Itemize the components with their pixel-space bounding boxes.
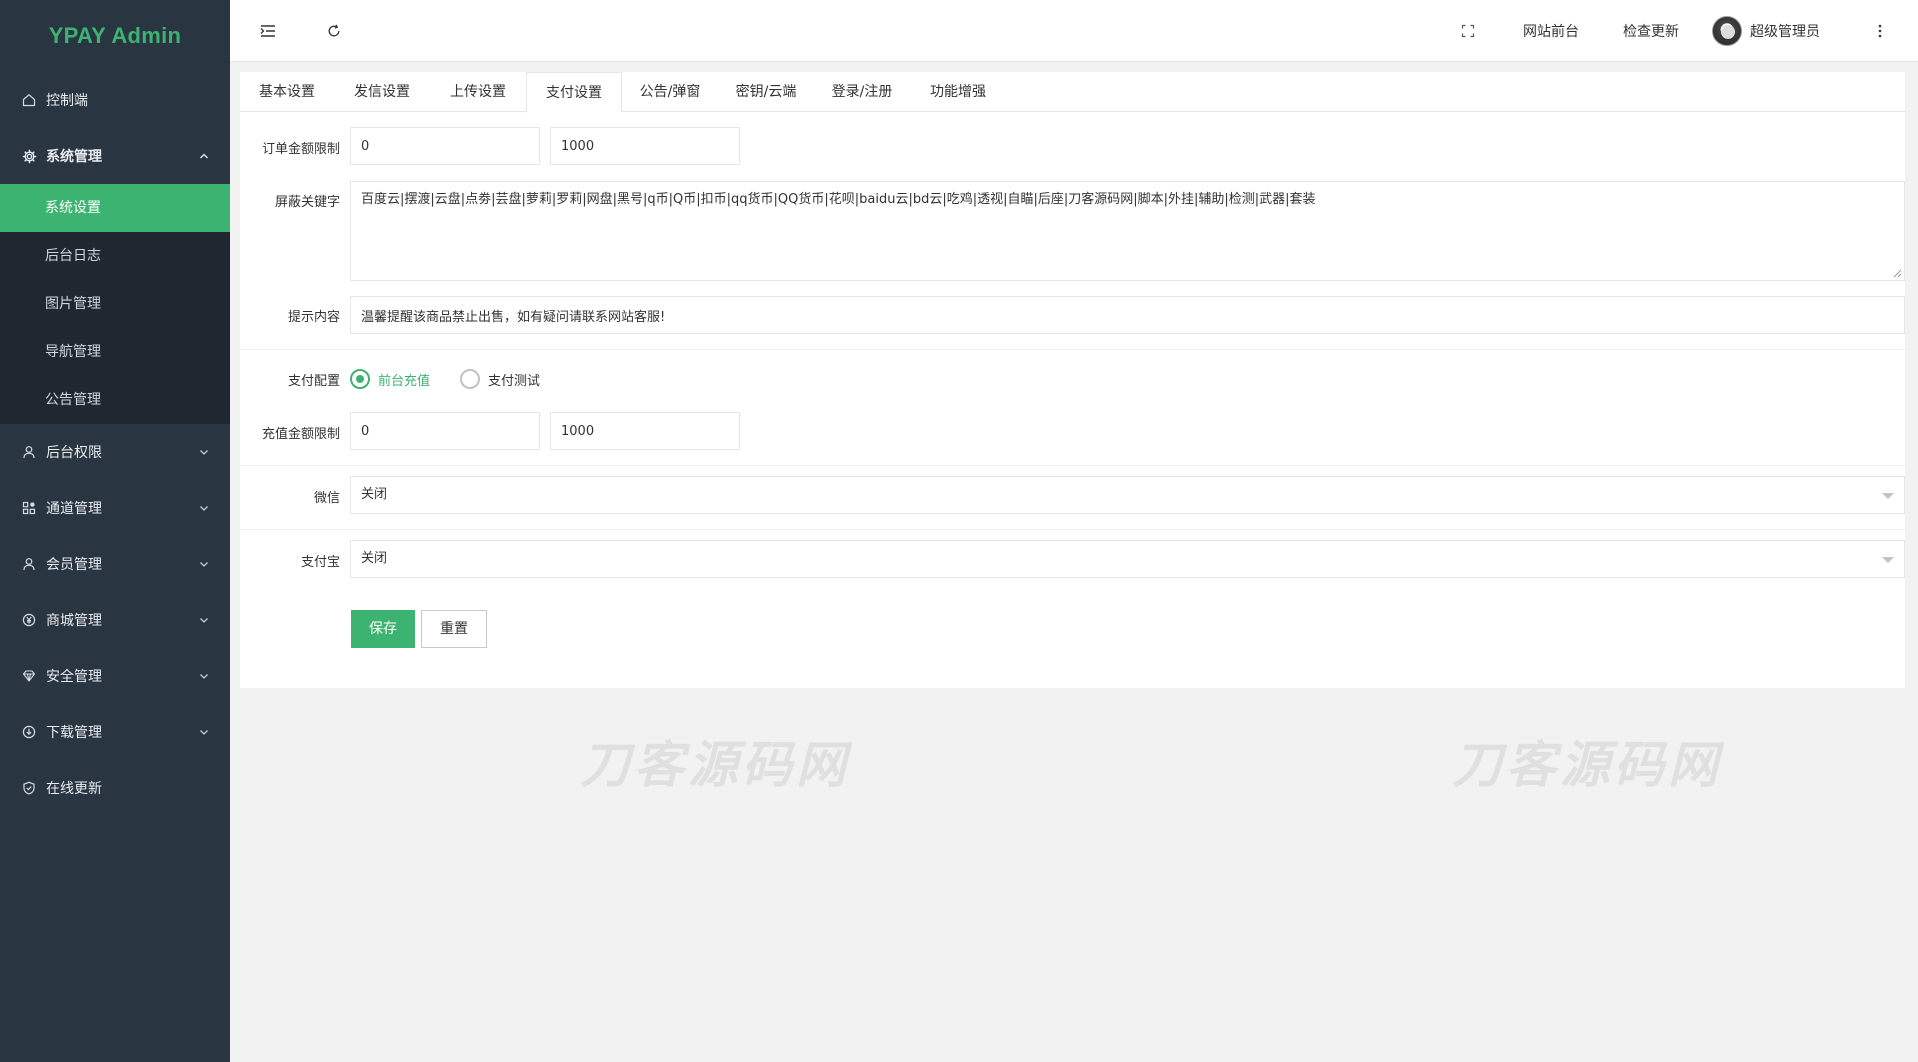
wechat-select-value: 关闭 bbox=[361, 487, 388, 502]
fullscreen-button[interactable] bbox=[1456, 0, 1480, 62]
order-limit-max-input[interactable] bbox=[550, 127, 740, 165]
tab-feature-enhance[interactable]: 功能增强 bbox=[910, 72, 1006, 113]
sidebar-item-dashboard[interactable]: 控制端 bbox=[0, 72, 230, 128]
wechat-label: 微信 bbox=[313, 491, 340, 506]
radio-checked-icon bbox=[350, 369, 370, 389]
sidebar: YPAY Admin 控制端 系统管理 系统设置 后台日志 图片管理 导航管理 … bbox=[0, 0, 230, 1062]
grid-icon bbox=[20, 499, 38, 517]
sidebar-item-label: 在线更新 bbox=[46, 781, 102, 797]
sidebar-item-security[interactable]: 安全管理 bbox=[0, 648, 230, 704]
gear-icon bbox=[20, 147, 38, 165]
tab-notice-popup[interactable]: 公告/弹窗 bbox=[622, 72, 718, 113]
tab-payment-settings[interactable]: 支付设置 bbox=[526, 72, 622, 113]
sidebar-item-label: 通道管理 bbox=[46, 501, 102, 517]
sidebar-item-nav-manage[interactable]: 导航管理 bbox=[0, 328, 230, 376]
watermark: 刀客源码网 bbox=[1452, 735, 1722, 794]
sidebar-item-system[interactable]: 系统管理 bbox=[0, 128, 230, 184]
recharge-limit-max-input[interactable] bbox=[550, 412, 740, 450]
sidebar-item-system-settings[interactable]: 系统设置 bbox=[0, 184, 230, 232]
section-divider bbox=[240, 349, 1905, 350]
save-button[interactable]: 保存 bbox=[351, 610, 415, 648]
sidebar-item-label: 商城管理 bbox=[46, 613, 102, 629]
app-logo[interactable]: YPAY Admin bbox=[0, 0, 230, 72]
radio-label: 前台充值 bbox=[378, 373, 431, 389]
tip-content-input[interactable] bbox=[350, 296, 1905, 334]
pay-config-label: 支付配置 bbox=[287, 374, 340, 389]
more-button[interactable] bbox=[1870, 0, 1890, 62]
alipay-select-value: 关闭 bbox=[361, 551, 388, 566]
blocked-keywords-textarea[interactable]: 百度云|摆渡|云盘|点劵|芸盘|萝莉|罗莉|网盘|黑号|q币|Q币|扣币|qq货… bbox=[350, 181, 1905, 281]
sidebar-item-label: 下载管理 bbox=[46, 725, 102, 741]
sidebar-item-label: 后台权限 bbox=[46, 445, 102, 461]
menu-toggle-button[interactable] bbox=[256, 0, 280, 62]
watermark: 刀客源码网 bbox=[580, 735, 850, 794]
diamond-icon bbox=[20, 667, 38, 685]
chevron-up-icon bbox=[196, 148, 212, 164]
sidebar-item-image-manage[interactable]: 图片管理 bbox=[0, 280, 230, 328]
alipay-label: 支付宝 bbox=[300, 555, 340, 570]
tab-mail-settings[interactable]: 发信设置 bbox=[334, 72, 430, 113]
fullscreen-icon bbox=[1461, 24, 1475, 38]
more-vertical-icon bbox=[1878, 24, 1882, 38]
user-icon bbox=[20, 443, 38, 461]
sidebar-item-admin-log[interactable]: 后台日志 bbox=[0, 232, 230, 280]
yen-icon bbox=[20, 611, 38, 629]
reset-button[interactable]: 重置 bbox=[421, 610, 487, 648]
sidebar-item-permissions[interactable]: 后台权限 bbox=[0, 424, 230, 480]
check-update-link[interactable]: 检查更新 bbox=[1608, 0, 1694, 62]
menu-fold-icon bbox=[260, 24, 276, 38]
radio-unchecked-icon bbox=[460, 369, 480, 389]
tab-basic-settings[interactable]: 基本设置 bbox=[240, 72, 334, 113]
settings-card: 基本设置 发信设置 上传设置 支付设置 公告/弹窗 密钥/云端 登录/注册 功能… bbox=[240, 72, 1905, 688]
caret-down-icon bbox=[1882, 493, 1894, 499]
sidebar-item-label: 安全管理 bbox=[46, 669, 102, 685]
refresh-icon bbox=[327, 24, 341, 38]
order-limit-label: 订单金额限制 bbox=[261, 142, 340, 157]
sidebar-item-mall[interactable]: 商城管理 bbox=[0, 592, 230, 648]
chevron-down-icon bbox=[196, 612, 212, 628]
avatar bbox=[1712, 16, 1742, 46]
chevron-down-icon bbox=[196, 556, 212, 572]
recharge-limit-label: 充值金额限制 bbox=[261, 427, 340, 442]
tip-content-label: 提示内容 bbox=[287, 310, 340, 325]
sidebar-item-members[interactable]: 会员管理 bbox=[0, 536, 230, 592]
chevron-down-icon bbox=[196, 724, 212, 740]
chevron-down-icon bbox=[196, 500, 212, 516]
radio-label: 支付测试 bbox=[488, 373, 541, 389]
sidebar-item-label: 会员管理 bbox=[46, 557, 102, 573]
section-divider bbox=[240, 529, 1905, 530]
caret-down-icon bbox=[1882, 557, 1894, 563]
recharge-limit-min-input[interactable] bbox=[350, 412, 540, 450]
sidebar-item-label: 控制端 bbox=[46, 93, 88, 109]
tab-upload-settings[interactable]: 上传设置 bbox=[430, 72, 526, 113]
sidebar-item-notice-manage[interactable]: 公告管理 bbox=[0, 376, 230, 424]
user-icon bbox=[20, 555, 38, 573]
shield-check-icon bbox=[20, 779, 38, 797]
alipay-select[interactable]: 关闭 bbox=[350, 540, 1905, 578]
submenu-system: 系统设置 后台日志 图片管理 导航管理 公告管理 bbox=[0, 184, 230, 424]
user-name: 超级管理员 bbox=[1750, 24, 1820, 40]
blocked-keywords-label: 屏蔽关键字 bbox=[274, 195, 340, 210]
settings-tabs: 基本设置 发信设置 上传设置 支付设置 公告/弹窗 密钥/云端 登录/注册 功能… bbox=[240, 72, 1905, 113]
order-limit-min-input[interactable] bbox=[350, 127, 540, 165]
section-divider bbox=[240, 465, 1905, 466]
wechat-select[interactable]: 关闭 bbox=[350, 476, 1905, 514]
chevron-down-icon bbox=[196, 668, 212, 684]
sidebar-item-downloads[interactable]: 下载管理 bbox=[0, 704, 230, 760]
radio-payment-test[interactable]: 支付测试 bbox=[460, 369, 540, 389]
chevron-down-icon bbox=[196, 444, 212, 460]
sidebar-item-channels[interactable]: 通道管理 bbox=[0, 480, 230, 536]
sidebar-item-online-update[interactable]: 在线更新 bbox=[0, 760, 230, 816]
download-icon bbox=[20, 723, 38, 741]
radio-frontend-recharge[interactable]: 前台充值 bbox=[350, 369, 430, 389]
tab-login-register[interactable]: 登录/注册 bbox=[814, 72, 910, 113]
frontend-link[interactable]: 网站前台 bbox=[1508, 0, 1594, 62]
sidebar-item-label: 系统管理 bbox=[46, 149, 102, 165]
user-menu[interactable]: 超级管理员 bbox=[1712, 0, 1852, 62]
refresh-button[interactable] bbox=[322, 0, 346, 62]
home-icon bbox=[20, 91, 38, 109]
tab-key-cloud[interactable]: 密钥/云端 bbox=[718, 72, 814, 113]
top-header: 网站前台 检查更新 超级管理员 bbox=[230, 0, 1918, 62]
resize-handle-icon[interactable] bbox=[1892, 268, 1902, 278]
